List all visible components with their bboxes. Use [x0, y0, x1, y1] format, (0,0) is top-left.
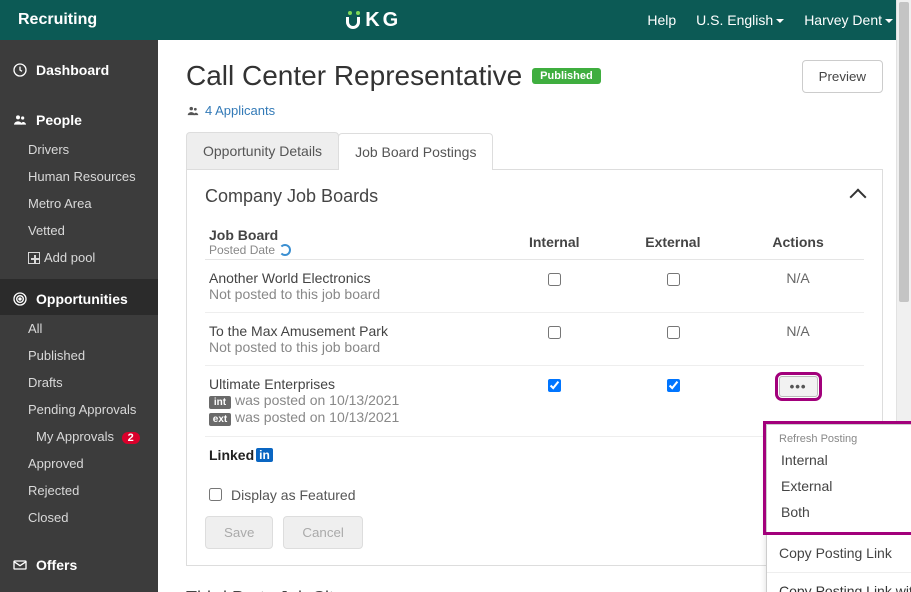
- col-posted-date: Posted Date: [209, 243, 275, 257]
- display-featured-checkbox[interactable]: [209, 488, 222, 501]
- plus-box-icon: [28, 252, 40, 264]
- ukg-logo: K G: [97, 9, 647, 32]
- actions-na: N/A: [732, 313, 864, 366]
- dd-refresh-both[interactable]: Both: [769, 499, 911, 525]
- nav-opp-approved[interactable]: Approved: [0, 450, 158, 477]
- nav-opp-my-approvals[interactable]: My Approvals 2: [0, 423, 158, 450]
- internal-checkbox[interactable]: [548, 273, 561, 286]
- ext-posted-line: extwas posted on 10/13/2021: [209, 409, 491, 426]
- clock-icon: [12, 62, 28, 78]
- applicants-link[interactable]: 4 Applicants: [186, 103, 883, 118]
- dd-refresh-internal[interactable]: Internal: [769, 447, 911, 473]
- page-title: Call Center Representative Published: [186, 60, 601, 92]
- help-link[interactable]: Help: [647, 12, 676, 28]
- preview-button[interactable]: Preview: [802, 60, 883, 93]
- scrollbar-thumb[interactable]: [899, 2, 909, 302]
- table-row: To the Max Amusement Park Not posted to …: [205, 313, 864, 366]
- col-jobboard: Job Board: [209, 227, 491, 243]
- col-internal: Internal: [495, 221, 614, 260]
- nav-people-hr[interactable]: Human Resources: [0, 163, 158, 190]
- caret-down-icon: [776, 19, 784, 27]
- linkedin-in-icon: in: [256, 448, 273, 462]
- linkedin-label: Linkedin: [209, 447, 273, 463]
- nav-opportunities[interactable]: Opportunities: [0, 279, 158, 315]
- tabs: Opportunity Details Job Board Postings: [186, 132, 883, 170]
- nav-people-metro[interactable]: Metro Area: [0, 190, 158, 217]
- row-actions-button[interactable]: •••: [779, 376, 818, 397]
- nav-opp-closed[interactable]: Closed: [0, 504, 158, 531]
- dd-refresh-external[interactable]: External: [769, 473, 911, 499]
- nav-opp-published[interactable]: Published: [0, 342, 158, 369]
- save-button[interactable]: Save: [205, 516, 273, 549]
- tab-job-board-postings[interactable]: Job Board Postings: [338, 133, 493, 170]
- col-external: External: [614, 221, 733, 260]
- external-checkbox[interactable]: [667, 326, 680, 339]
- cancel-button[interactable]: Cancel: [283, 516, 363, 549]
- external-checkbox[interactable]: [667, 379, 680, 392]
- refresh-icon[interactable]: [279, 244, 291, 256]
- collapse-icon[interactable]: [850, 188, 867, 205]
- locale-selector[interactable]: U.S. English: [696, 12, 784, 28]
- nav-people[interactable]: People: [0, 100, 158, 136]
- internal-checkbox[interactable]: [548, 326, 561, 339]
- nav-opp-pending[interactable]: Pending Approvals: [0, 396, 158, 423]
- target-icon: [12, 291, 28, 307]
- sidebar: Dashboard People Drivers Human Resources…: [0, 40, 158, 592]
- nav-people-vetted[interactable]: Vetted: [0, 217, 158, 244]
- nav-offers[interactable]: Offers: [0, 545, 158, 581]
- nav-dashboard[interactable]: Dashboard: [0, 50, 158, 86]
- job-board-name: Ultimate Enterprises: [209, 376, 491, 392]
- refresh-posting-group: Refresh Posting Internal External Both: [767, 425, 911, 531]
- nav-add-pool[interactable]: Add pool: [0, 244, 158, 271]
- nav-opp-drafts[interactable]: Drafts: [0, 369, 158, 396]
- status-badge: Published: [532, 68, 601, 84]
- external-checkbox[interactable]: [667, 273, 680, 286]
- tab-opportunity-details[interactable]: Opportunity Details: [186, 132, 339, 169]
- dd-refresh-title: Refresh Posting: [769, 429, 911, 447]
- topbar: Recruiting K G Help U.S. English Harvey …: [0, 0, 911, 40]
- nav-opp-rejected[interactable]: Rejected: [0, 477, 158, 504]
- people-icon: [12, 112, 28, 128]
- not-posted-text: Not posted to this job board: [209, 286, 491, 302]
- nav-people-drivers[interactable]: Drivers: [0, 136, 158, 163]
- nav-opp-all[interactable]: All: [0, 315, 158, 342]
- internal-checkbox[interactable]: [548, 379, 561, 392]
- approvals-count-badge: 2: [122, 432, 140, 444]
- panel-title: Company Job Boards: [205, 186, 378, 207]
- envelope-icon: [12, 557, 28, 573]
- actions-na: N/A: [732, 260, 864, 313]
- col-actions: Actions: [732, 221, 864, 260]
- table-row: Another World Electronics Not posted to …: [205, 260, 864, 313]
- ext-badge: ext: [209, 413, 231, 426]
- job-board-name: Another World Electronics: [209, 270, 491, 286]
- people-icon: [186, 104, 200, 118]
- not-posted-text: Not posted to this job board: [209, 339, 491, 355]
- app-area-label: Recruiting: [18, 11, 97, 29]
- caret-down-icon: [885, 19, 893, 27]
- dd-copy-link[interactable]: Copy Posting Link: [767, 536, 911, 570]
- ukg-u-icon: [345, 11, 363, 29]
- main-content: Call Center Representative Published Pre…: [158, 40, 911, 592]
- job-board-name: To the Max Amusement Park: [209, 323, 491, 339]
- int-badge: int: [209, 396, 231, 409]
- user-menu[interactable]: Harvey Dent: [804, 12, 893, 28]
- dd-copy-link-source[interactable]: Copy Posting Link with Source Code: [767, 575, 911, 592]
- actions-dropdown: Refresh Posting Internal External Both C…: [766, 424, 911, 592]
- int-posted-line: intwas posted on 10/13/2021: [209, 392, 491, 409]
